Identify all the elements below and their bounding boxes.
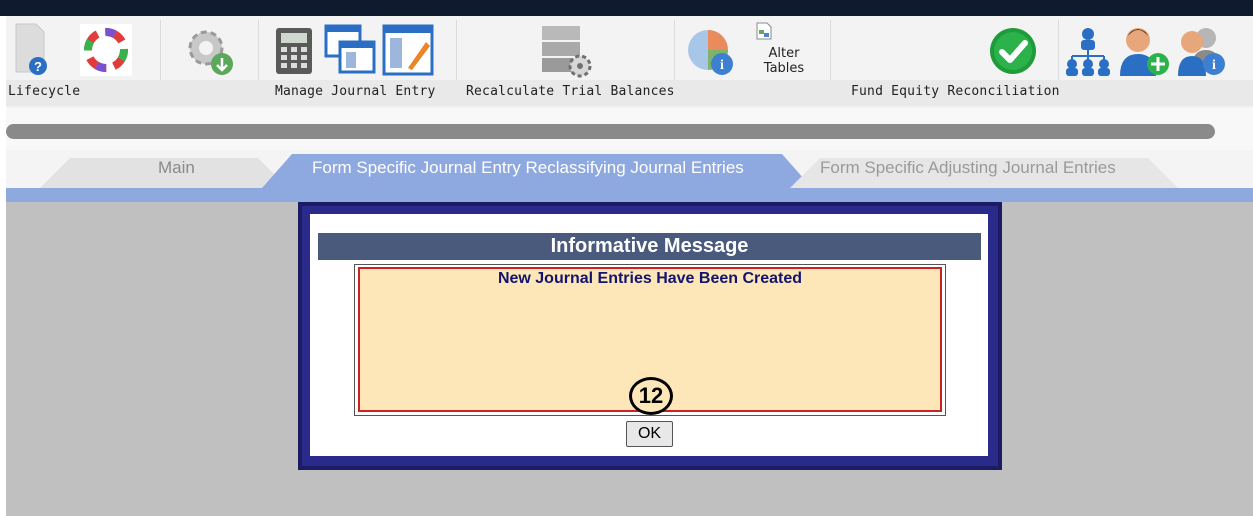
checkmark-icon[interactable]: [988, 26, 1038, 76]
ribbon-separator: [456, 20, 457, 80]
lifecycle-icon[interactable]: [80, 24, 132, 76]
dialog-title: Informative Message: [318, 233, 981, 260]
lifecycle-label[interactable]: Lifecycle: [8, 84, 80, 99]
horizontal-scrollbar[interactable]: [6, 124, 1215, 139]
gear-download-icon[interactable]: [184, 26, 236, 76]
recalculate-trial-balances-label[interactable]: Recalculate Trial Balances: [466, 84, 675, 99]
message-text: New Journal Entries Have Been Created: [497, 270, 803, 287]
ribbon-separator: [830, 20, 831, 80]
svg-text:?: ?: [34, 59, 42, 74]
tab-main[interactable]: Main: [158, 158, 195, 178]
app-window: ? Lifecycle Manage Journal Entry Recalcu…: [0, 0, 1253, 516]
tab-adjusting-journal-entries[interactable]: Form Specific Adjusting Journal Entries: [820, 158, 1116, 178]
svg-text:i: i: [720, 58, 724, 73]
help-document-icon[interactable]: ?: [12, 22, 48, 76]
database-gear-icon[interactable]: [538, 22, 594, 78]
fund-equity-reconciliation-label[interactable]: Fund Equity Reconciliation: [851, 84, 1060, 99]
ok-button[interactable]: OK: [626, 421, 673, 447]
top-bar: [0, 0, 1253, 16]
alter-tables-label[interactable]: Alter Tables: [756, 46, 812, 76]
user-info-icon[interactable]: i: [1174, 24, 1228, 78]
step-marker: 12: [629, 377, 673, 415]
calculator-icon[interactable]: [274, 26, 314, 76]
manage-journal-entry-label[interactable]: Manage Journal Entry: [275, 84, 436, 99]
ribbon-separator: [160, 20, 161, 80]
add-user-icon[interactable]: [1118, 24, 1170, 78]
ribbon-separator: [258, 20, 259, 80]
ribbon-separator: [1058, 20, 1059, 80]
ribbon-separator: [674, 20, 675, 80]
windows-icon[interactable]: [324, 24, 376, 76]
hierarchy-icon[interactable]: [1062, 26, 1114, 76]
svg-text:i: i: [1212, 58, 1216, 73]
pie-chart-info-icon[interactable]: i: [684, 26, 736, 78]
edit-window-icon[interactable]: [382, 24, 434, 76]
tab-underline: [6, 188, 1253, 202]
tab-reclassifying-journal-entries[interactable]: Form Specific Journal Entry Reclassifyin…: [312, 158, 744, 178]
